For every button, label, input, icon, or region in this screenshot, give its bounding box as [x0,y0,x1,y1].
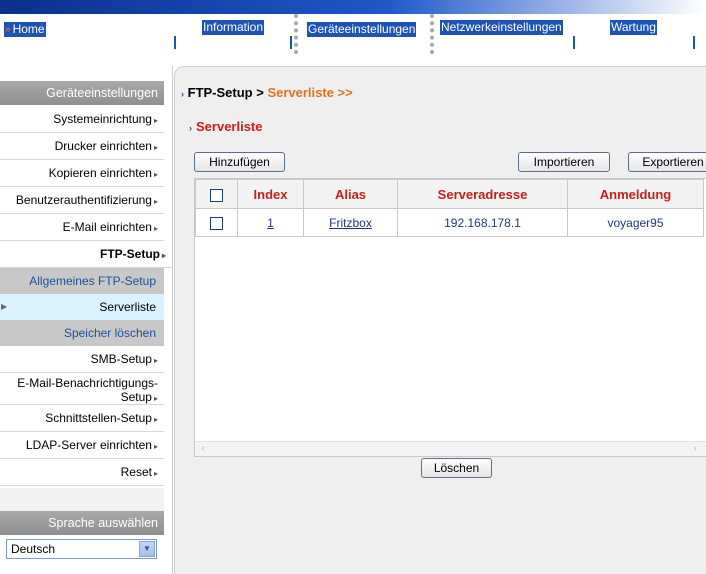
tab-home-label: Home [12,22,45,36]
column-header-alias[interactable]: Alias [303,179,398,209]
select-all-checkbox[interactable] [210,188,223,202]
sidebar-item-printer[interactable]: Drucker einrichten ▸ [0,133,164,160]
sidebar-item-smb[interactable]: SMB-Setup ▸ [0,346,164,373]
sidebar-item-interface[interactable]: Schnittstellen-Setup ▸ [0,405,164,432]
chevron-right-icon: ▸ [153,394,158,403]
sidebar-section-title: Geräteeinstellungen [0,81,164,105]
scroll-right-icon[interactable]: › [688,443,702,455]
import-button[interactable]: Importieren [518,152,610,172]
top-navigation: » Home Information Geräteeinstellungen N… [0,0,706,66]
export-button[interactable]: Exportieren [628,152,706,172]
sidebar-item-system[interactable]: Systemeinrichtung ▸ [0,106,164,133]
sidebar-divider [172,66,173,574]
select-all-header [195,179,238,209]
column-header-index[interactable]: Index [237,179,304,209]
sidebar-subitem-delete-memory[interactable]: Speicher löschen [0,320,164,346]
sidebar-subitem-ftp-general[interactable]: Allgemeines FTP-Setup [0,268,164,294]
breadcrumb-separator: > [252,85,268,100]
tab-separator [693,36,695,49]
tab-network-settings[interactable]: Netzwerkeinstellungen [438,14,568,50]
column-header-login[interactable]: Anmeldung [567,179,704,209]
tab-device-settings[interactable]: Geräteeinstellungen [294,14,434,54]
breadcrumb-current: Serverliste >> [267,85,353,100]
chevron-right-icon: ▸ [161,251,166,260]
chevron-down-icon[interactable]: ▼ [139,541,155,557]
add-button[interactable]: Hinzufügen [194,152,285,172]
sidebar-item-user-auth[interactable]: Benutzerauthentifizierung ▸ [0,187,164,214]
language-section-title: Sprache auswählen [0,511,164,535]
row-alias-link[interactable]: Fritzbox [329,216,372,230]
tab-maintenance-label: Wartung [610,20,657,35]
home-arrow-icon: » [5,24,11,35]
sidebar-item-ftp-setup[interactable]: FTP-Setup ▸ [0,241,172,268]
chevron-right-icon: ▸ [153,442,158,451]
chevron-right-icon: ▸ [153,469,158,478]
tab-network-settings-label: Netzwerkeinstellungen [440,20,563,35]
sidebar-item-email[interactable]: E-Mail einrichten ▸ [0,214,164,241]
chevron-right-icon: ▸ [153,415,158,424]
server-list-table: Index Alias Serveradresse Anmeldung 1 Fr… [194,178,706,457]
sidebar-item-copy[interactable]: Kopieren einrichten ▸ [0,160,164,187]
table-row: 1 Fritzbox 192.168.178.1 voyager95 [195,208,704,237]
chevron-right-icon: ▸ [153,197,158,206]
sidebar-spacer [0,488,164,512]
main-panel: › FTP-Setup > Serverliste >> › Serverlist… [174,66,706,574]
sidebar-item-ldap[interactable]: LDAP-Server einrichten ▸ [0,432,164,459]
table-header-row: Index Alias Serveradresse Anmeldung [195,179,704,209]
breadcrumb-parent[interactable]: FTP-Setup [188,85,253,100]
header-band [0,0,706,14]
tab-device-settings-label: Geräteeinstellungen [307,22,417,37]
language-select[interactable]: Deutsch ▼ [6,539,157,559]
tab-information-label: Information [202,20,265,35]
row-server-address: 192.168.178.1 [397,208,568,237]
delete-button[interactable]: Löschen [421,458,492,478]
scroll-left-icon[interactable]: ‹ [196,443,210,455]
chevron-right-icon: ▸ [153,116,158,125]
chevron-right-icon: ▸ [153,356,158,365]
pointer-right-icon: ▶ [1,302,8,311]
row-login: voyager95 [567,208,704,237]
row-index-link[interactable]: 1 [267,216,274,230]
sidebar-item-reset[interactable]: Reset ▸ [0,459,164,486]
section-title: › Serverliste [189,119,263,134]
language-select-value: Deutsch [11,542,56,556]
chevron-right-icon: ▸ [153,170,158,179]
section-arrow-icon: › [189,123,192,133]
row-index: 1 [237,208,304,237]
column-header-server[interactable]: Serveradresse [397,179,568,209]
horizontal-scrollbar[interactable]: ‹ › [195,441,706,456]
tab-maintenance[interactable]: Wartung [606,14,666,50]
tab-home[interactable]: » Home [2,14,62,50]
breadcrumb-arrow-icon: › [181,89,184,99]
tab-separator [290,36,292,49]
row-alias: Fritzbox [303,208,398,237]
sidebar-subitem-serverlist[interactable]: ▶ Serverliste [0,294,164,320]
chevron-right-icon: ▸ [153,143,158,152]
tab-separator [573,36,575,49]
chevron-right-icon: ▸ [153,224,158,233]
breadcrumb: › FTP-Setup > Serverliste >> [181,85,353,100]
row-checkbox[interactable] [210,216,223,230]
row-select-cell [195,208,238,237]
tab-separator [174,36,176,49]
sidebar: Geräteeinstellungen Systemeinrichtung ▸ D… [0,66,174,574]
server-table: Index Alias Serveradresse Anmeldung 1 Fr… [195,179,704,237]
sidebar-item-email-notify[interactable]: E-Mail-Benachrichtigungs- Setup ▸ [0,373,164,405]
tab-information[interactable]: Information [200,14,270,50]
